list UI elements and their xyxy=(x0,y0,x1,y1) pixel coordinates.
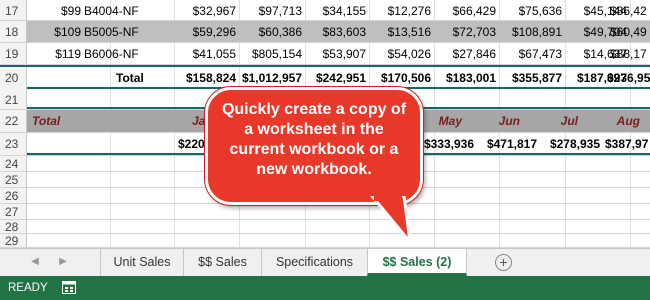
callout-text: Quickly create a copy of a worksheet in … xyxy=(221,101,407,178)
sheet-tab-bar: ◀ ▶ Unit Sales $$ Sales Specifications $… xyxy=(0,248,650,276)
month-total-cell[interactable]: $387,97 xyxy=(605,133,650,155)
row-header[interactable]: 22 xyxy=(0,110,27,132)
value-cell[interactable]: $67,473 xyxy=(496,43,562,64)
value-cell[interactable]: $41,055 xyxy=(170,43,236,64)
total-cell[interactable]: $183,001 xyxy=(431,67,496,89)
value-cell[interactable]: $27,846 xyxy=(431,43,496,64)
callout-tail xyxy=(370,196,412,244)
totals-row: 20 Total $158,824 $1,012,957 $242,951 $1… xyxy=(0,65,650,89)
row-header[interactable]: 26 xyxy=(0,188,27,203)
row-header[interactable]: 20 xyxy=(0,67,27,89)
month-header[interactable]: Aug xyxy=(600,110,640,132)
value-cell[interactable]: $86,42 xyxy=(610,0,650,20)
total-cell[interactable]: $242,951 xyxy=(302,67,366,89)
row-header[interactable]: 28 xyxy=(0,220,27,234)
value-cell[interactable]: $32,967 xyxy=(170,0,236,20)
callout-bubble: Quickly create a copy of a worksheet in … xyxy=(205,87,423,205)
table-row: 27 xyxy=(0,204,650,220)
price-cell[interactable]: $109 xyxy=(50,21,81,42)
value-cell[interactable]: $12,276 xyxy=(366,0,431,20)
total-cell[interactable]: $1,012,957 xyxy=(236,67,302,89)
value-cell[interactable]: $108,891 xyxy=(496,21,562,42)
value-cell[interactable]: $805,154 xyxy=(236,43,302,64)
row-header[interactable]: 17 xyxy=(0,0,27,20)
value-cell[interactable]: $13,516 xyxy=(366,21,431,42)
prev-sheet-icon[interactable]: ◀ xyxy=(28,254,42,270)
table-row: 18 $109 B5005-NF $59,296 $60,386 $83,603… xyxy=(0,21,650,43)
tab-unit-sales[interactable]: Unit Sales xyxy=(100,249,184,276)
row-header[interactable]: 27 xyxy=(0,204,27,219)
table-row: 19 $119 B6006-NF $41,055 $805,154 $53,90… xyxy=(0,43,650,65)
row-header[interactable]: 29 xyxy=(0,234,27,248)
status-ready: READY xyxy=(8,282,48,294)
value-cell[interactable]: $60,49 xyxy=(610,21,650,42)
month-header[interactable]: May xyxy=(426,110,462,132)
value-cell[interactable]: $75,636 xyxy=(496,0,562,20)
price-cell[interactable]: $99 xyxy=(50,0,81,20)
tab-dollar-sales[interactable]: $$ Sales xyxy=(184,249,262,276)
total-label[interactable]: Total xyxy=(116,67,166,89)
total-cell[interactable]: $170,506 xyxy=(366,67,431,89)
total-cell[interactable]: $355,877 xyxy=(496,67,562,89)
value-cell[interactable]: $53,907 xyxy=(302,43,366,64)
price-cell[interactable]: $119 xyxy=(50,43,81,64)
value-cell[interactable]: $34,155 xyxy=(302,0,366,20)
month-header[interactable]: Jul xyxy=(540,110,578,132)
table-row: 29 xyxy=(0,234,650,248)
row-header[interactable]: 23 xyxy=(0,133,27,155)
value-cell[interactable]: $72,703 xyxy=(431,21,496,42)
row-header[interactable]: 25 xyxy=(0,172,27,187)
total-cell[interactable]: $158,824 xyxy=(170,67,236,89)
row-header[interactable]: 19 xyxy=(0,43,27,64)
value-cell[interactable]: $54,026 xyxy=(366,43,431,64)
sku-cell[interactable]: B4004-NF xyxy=(84,0,154,20)
value-cell[interactable]: $83,603 xyxy=(302,21,366,42)
total-heading[interactable]: Total xyxy=(32,110,92,132)
table-row: 28 xyxy=(0,220,650,234)
row-header[interactable]: 21 xyxy=(0,89,27,109)
total-cell[interactable]: $276,95 xyxy=(607,67,650,89)
sku-cell[interactable]: B6006-NF xyxy=(84,43,154,64)
sku-cell[interactable]: B5005-NF xyxy=(84,21,154,42)
table-row: 17 $99 B4004-NF $32,967 $97,713 $34,155 … xyxy=(0,0,650,21)
add-sheet-icon[interactable]: + xyxy=(495,254,512,271)
value-cell[interactable]: $88,17 xyxy=(610,43,650,64)
value-cell[interactable]: $60,386 xyxy=(236,21,302,42)
month-total-cell[interactable]: $278,935 xyxy=(537,133,600,155)
row-header[interactable]: 18 xyxy=(0,21,27,42)
tab-specifications[interactable]: Specifications xyxy=(262,249,368,276)
status-bar: READY xyxy=(0,276,650,300)
row-header[interactable]: 24 xyxy=(0,156,27,171)
month-header[interactable]: Jun xyxy=(480,110,520,132)
month-total-cell[interactable]: $471,817 xyxy=(474,133,537,155)
macro-record-icon[interactable] xyxy=(62,281,76,294)
value-cell[interactable]: $97,713 xyxy=(236,0,302,20)
tab-dollar-sales-2[interactable]: $$ Sales (2) xyxy=(367,249,467,276)
value-cell[interactable]: $66,429 xyxy=(431,0,496,20)
value-cell[interactable]: $59,296 xyxy=(170,21,236,42)
next-sheet-icon[interactable]: ▶ xyxy=(56,254,70,270)
